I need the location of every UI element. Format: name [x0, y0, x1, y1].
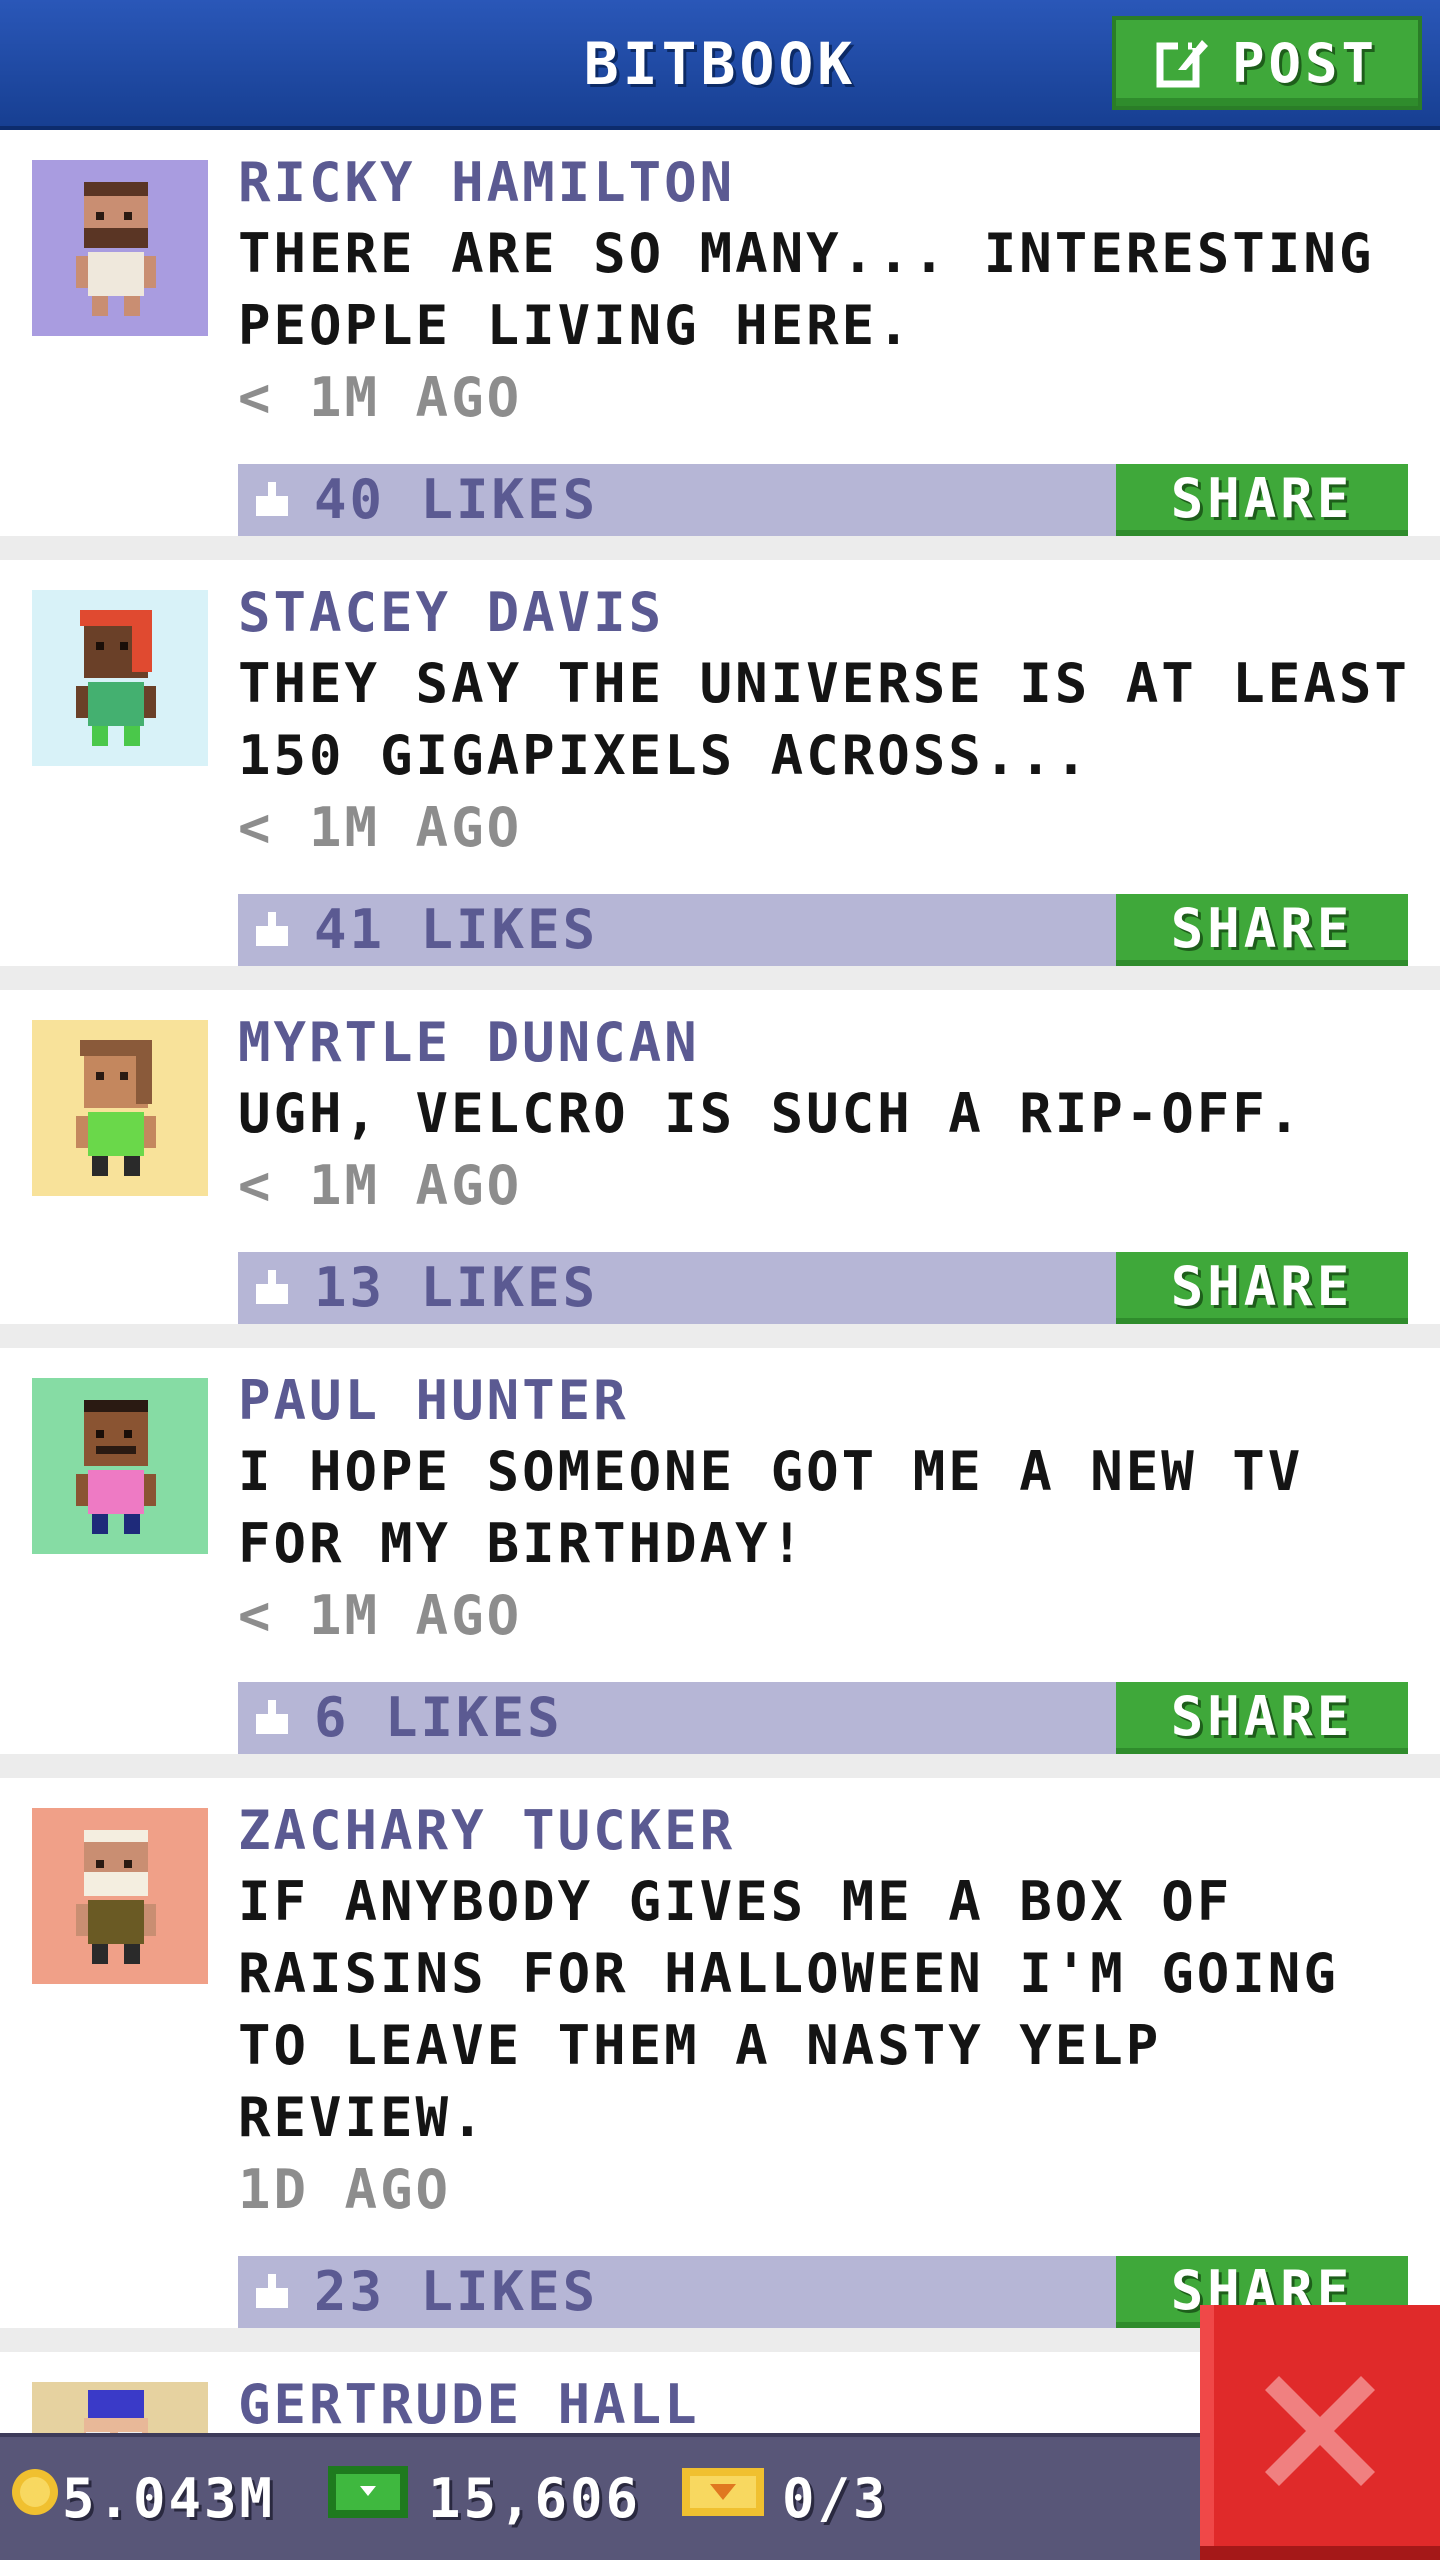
share-button[interactable]: SHARE [1116, 464, 1408, 536]
likes-bar: 6 LIKES SHARE [238, 1682, 1408, 1754]
post-timestamp: < 1M AGO [238, 366, 523, 429]
post-timestamp: 1D AGO [238, 2158, 452, 2221]
avatar[interactable] [32, 160, 208, 336]
feed-post: MYRTLE DUNCAN UGH, VELCRO IS SUCH A RIP-… [0, 990, 1440, 1324]
share-button[interactable]: SHARE [1116, 894, 1408, 966]
post-button[interactable]: POST [1112, 16, 1422, 110]
post-timestamp: < 1M AGO [238, 1154, 523, 1217]
post-author: ZACHARY TUCKER [238, 1799, 736, 1862]
coins-value: 5.043M [62, 2467, 276, 2530]
share-button[interactable]: SHARE [1116, 1252, 1408, 1324]
share-button[interactable]: SHARE [1116, 1682, 1408, 1754]
likes-bar: 13 LIKES SHARE [238, 1252, 1408, 1324]
post-author: MYRTLE DUNCAN [238, 1011, 700, 1074]
bux-stat: 15,606 [322, 2437, 641, 2560]
likes-count: 41 LIKES [314, 898, 599, 961]
app-header: BITBOOK POST [0, 0, 1440, 130]
tickets-stat: 0/3 [680, 2437, 889, 2560]
thumbs-up-icon [252, 482, 292, 524]
coin-icon [8, 2465, 62, 2532]
post-timestamp: < 1M AGO [238, 1584, 523, 1647]
avatar[interactable] [32, 590, 208, 766]
vip-ticket-icon [680, 2464, 766, 2533]
close-icon [1265, 2375, 1375, 2490]
bux-icon [322, 2462, 414, 2535]
thumbs-up-icon [252, 912, 292, 954]
edit-icon [1156, 36, 1210, 90]
likes-count: 23 LIKES [314, 2260, 599, 2323]
feed-post: ZACHARY TUCKER IF ANYBODY GIVES ME A BOX… [0, 1778, 1440, 2328]
coins-stat: 5.043M [8, 2437, 275, 2560]
feed-post: PAUL HUNTER I HOPE SOMEONE GOT ME A NEW … [0, 1348, 1440, 1754]
post-timestamp: < 1M AGO [238, 796, 523, 859]
likes-bar: 40 LIKES SHARE [238, 464, 1408, 536]
likes-bar: 41 LIKES SHARE [238, 894, 1408, 966]
thumbs-up-icon [252, 2274, 292, 2316]
post-author: RICKY HAMILTON [238, 151, 736, 214]
thumbs-up-icon [252, 1270, 292, 1312]
avatar[interactable] [32, 1808, 208, 1984]
likes-count: 6 LIKES [314, 1686, 563, 1749]
post-message: UGH, VELCRO IS SUCH A RIP-OFF. [238, 1082, 1304, 1145]
thumbs-up-icon [252, 1700, 292, 1742]
avatar[interactable] [32, 2382, 208, 2433]
avatar[interactable] [32, 1378, 208, 1554]
likes-count: 40 LIKES [314, 468, 599, 531]
feed-post: STACEY DAVIS THEY SAY THE UNIVERSE IS AT… [0, 560, 1440, 966]
post-message: THERE ARE SO MANY... INTERESTING PEOPLE … [238, 222, 1375, 357]
feed-post: RICKY HAMILTON THERE ARE SO MANY... INTE… [0, 130, 1440, 536]
post-button-label: POST [1231, 31, 1379, 95]
bitbook-feed[interactable]: RICKY HAMILTON THERE ARE SO MANY... INTE… [0, 130, 1440, 2433]
post-message: THEY SAY THE UNIVERSE IS AT LEAST 150 GI… [238, 652, 1410, 787]
post-message: I HOPE SOMEONE GOT ME A NEW TV FOR MY BI… [238, 1440, 1304, 1575]
post-author: STACEY DAVIS [238, 581, 665, 644]
bux-value: 15,606 [428, 2467, 642, 2530]
post-author: PAUL HUNTER [238, 1369, 629, 1432]
avatar[interactable] [32, 1020, 208, 1196]
likes-count: 13 LIKES [314, 1256, 599, 1319]
close-button[interactable] [1200, 2305, 1440, 2560]
post-message: IF ANYBODY GIVES ME A BOX OF RAISINS FOR… [238, 1870, 1339, 2149]
tickets-value: 0/3 [782, 2467, 889, 2530]
